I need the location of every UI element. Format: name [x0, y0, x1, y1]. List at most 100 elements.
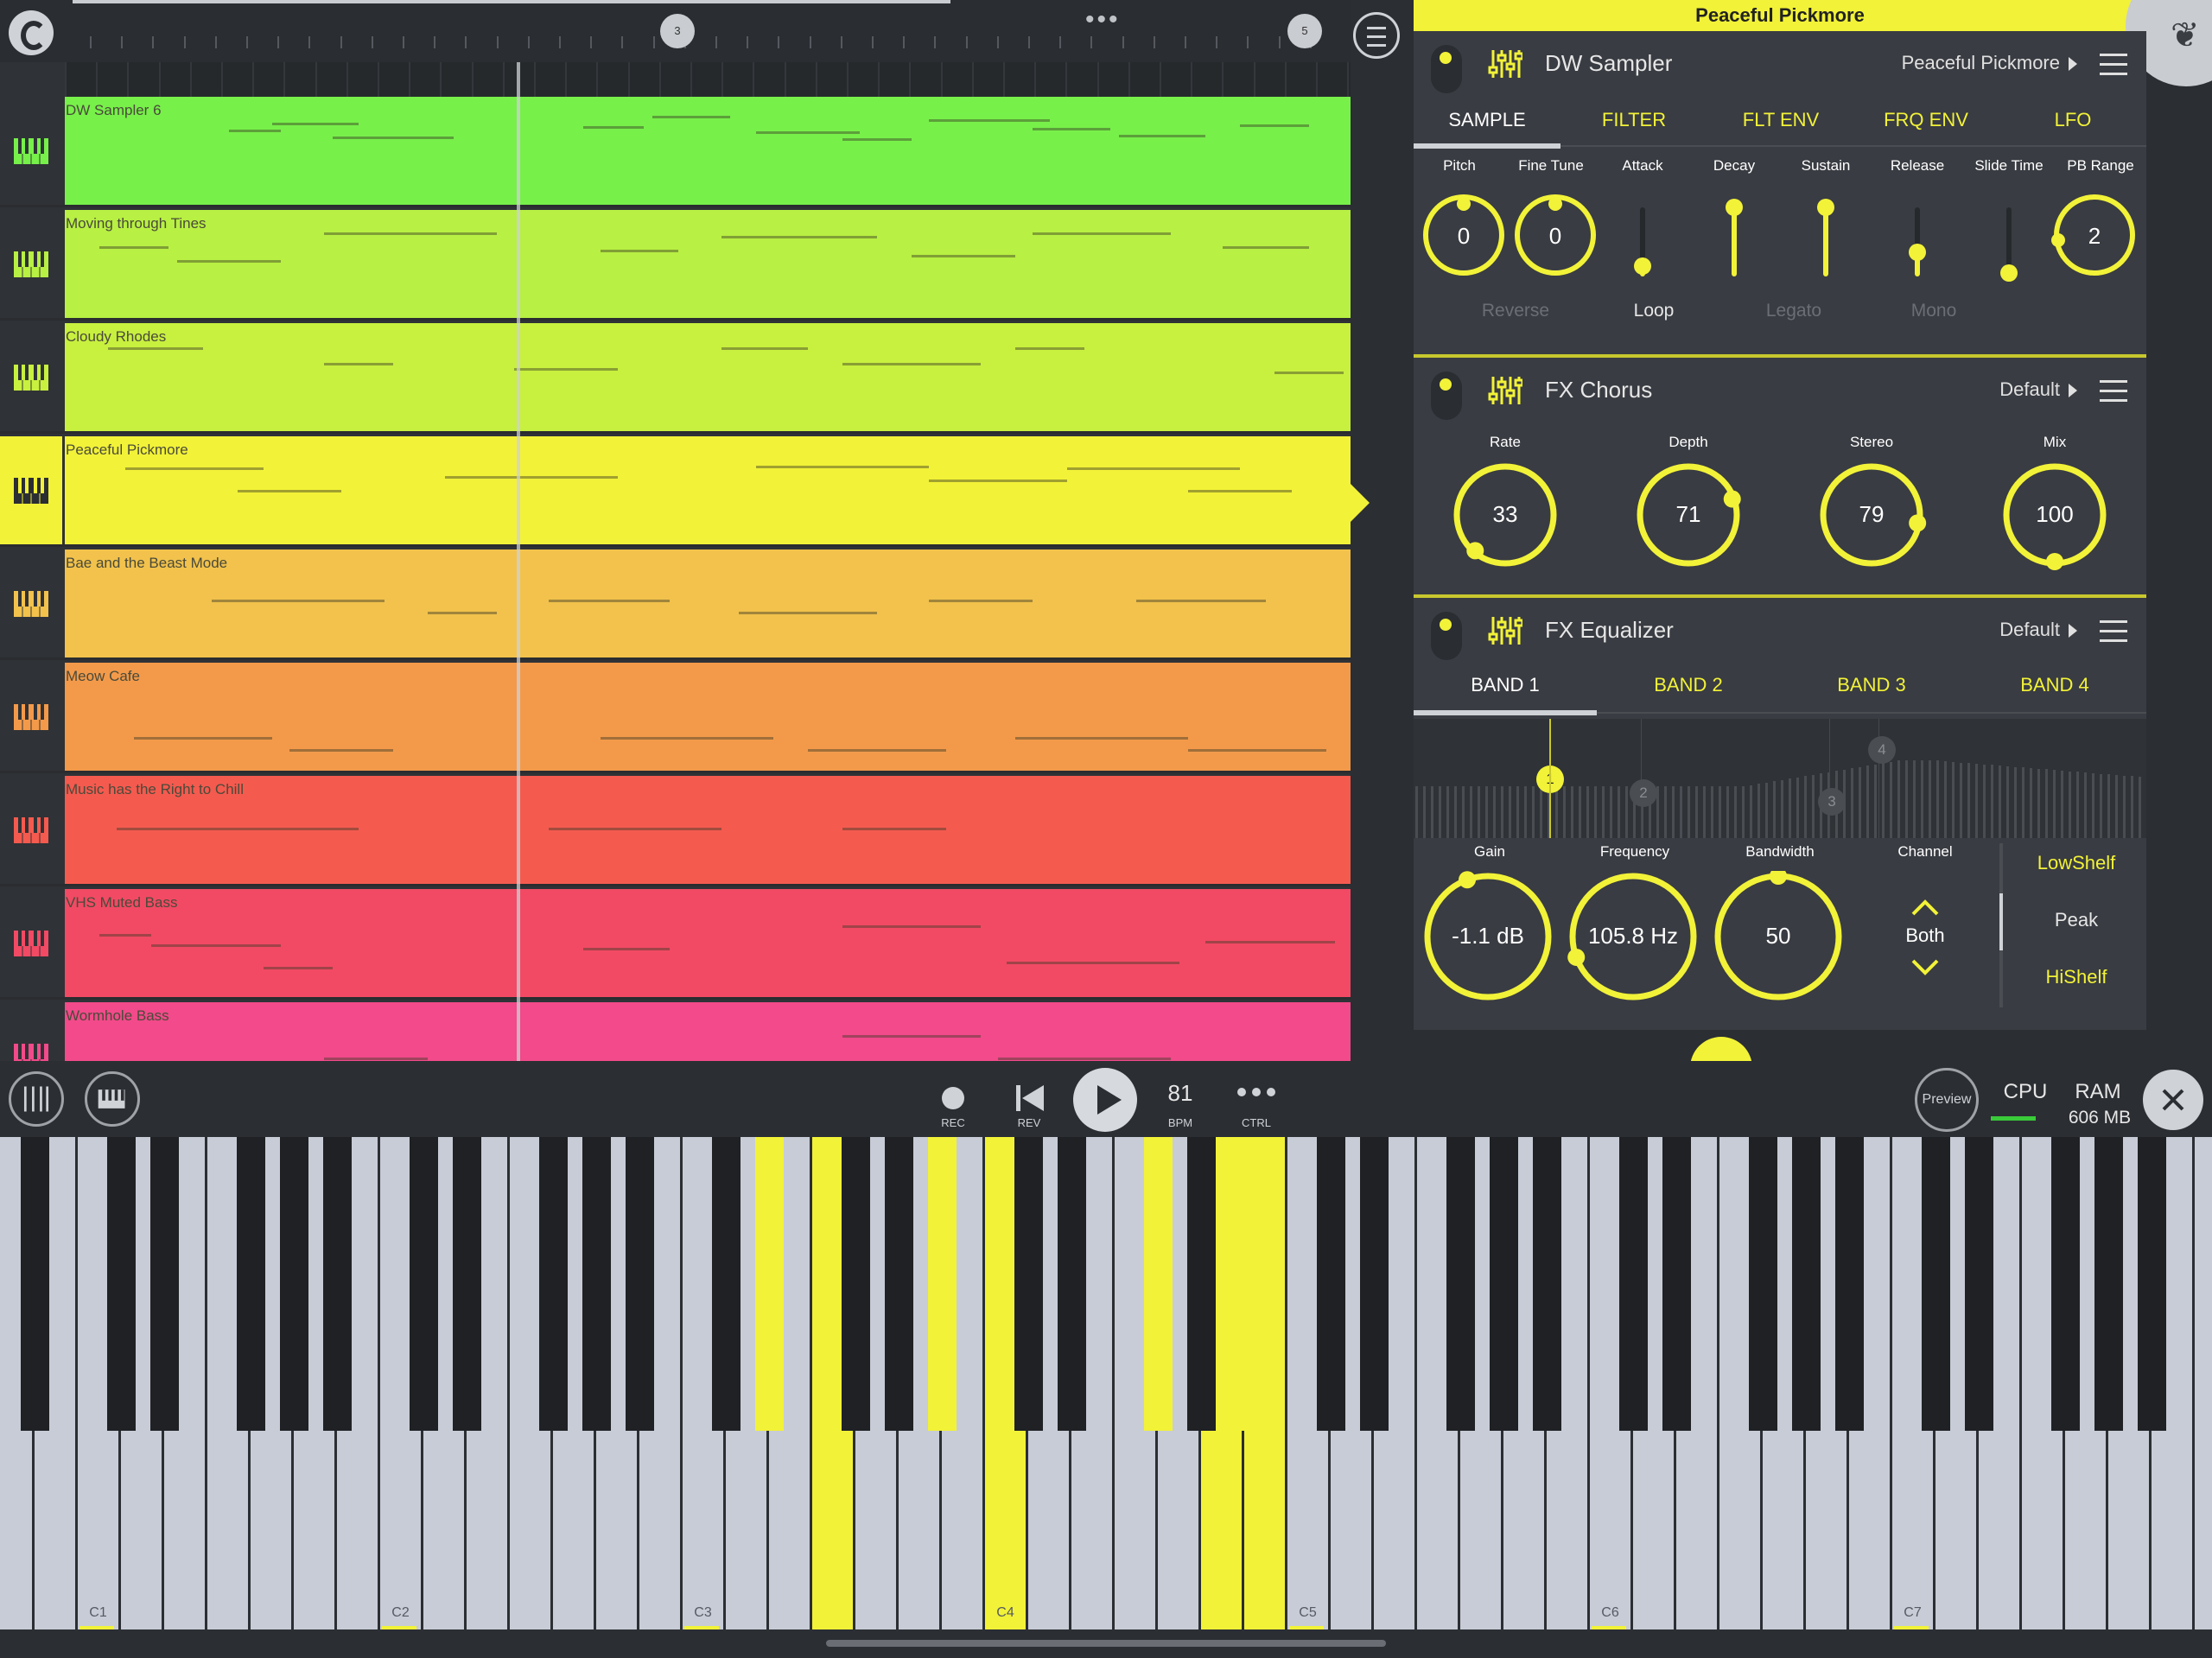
preview-button[interactable]: Preview — [1915, 1068, 1979, 1132]
black-key[interactable] — [1230, 1137, 1259, 1431]
tab-sample[interactable]: SAMPLE — [1414, 109, 1560, 131]
black-key[interactable] — [1058, 1137, 1086, 1431]
track-instrument-button[interactable] — [0, 210, 62, 319]
track-instrument-button[interactable] — [0, 776, 62, 885]
preset-next-icon[interactable] — [2069, 384, 2077, 397]
black-key[interactable] — [755, 1137, 784, 1431]
track-lane[interactable] — [65, 549, 1351, 658]
record-icon[interactable] — [942, 1087, 964, 1109]
track-instrument-button[interactable] — [0, 97, 62, 206]
track-row[interactable]: VHS Muted Bass — [0, 889, 1351, 1000]
black-key[interactable] — [1360, 1137, 1389, 1431]
piano-view-button[interactable] — [85, 1071, 140, 1127]
track-lane[interactable] — [65, 663, 1351, 772]
loop-toggle[interactable]: Loop — [1602, 301, 1706, 321]
bpm-value[interactable]: 81 — [1154, 1080, 1206, 1107]
track-row[interactable]: Moving through Tines — [0, 210, 1351, 321]
track-lane[interactable] — [65, 889, 1351, 998]
piano-keyboard[interactable]: C1 C2 C3 C4 C5 C6 C7 — [0, 1137, 2212, 1636]
eq-band-node-2[interactable]: 2 — [1630, 779, 1657, 807]
track-row[interactable]: Peaceful Pickmore — [0, 436, 1351, 547]
tab-filter[interactable]: FILTER — [1560, 109, 1707, 131]
black-key[interactable] — [539, 1137, 568, 1431]
decay-slider-handle[interactable] — [1726, 199, 1743, 216]
timeline-more-icon[interactable]: ••• — [1085, 5, 1121, 35]
track-instrument-button[interactable] — [0, 436, 62, 545]
black-key[interactable] — [885, 1137, 913, 1431]
black-key[interactable] — [2051, 1137, 2080, 1431]
eq-band-node-3[interactable]: 3 — [1818, 788, 1846, 816]
track-row[interactable]: Wormhole Bass — [0, 1002, 1351, 1061]
tab-flt-env[interactable]: FLT ENV — [1707, 109, 1854, 131]
black-key[interactable] — [453, 1137, 481, 1431]
black-key[interactable] — [842, 1137, 870, 1431]
slide-time-slider-handle[interactable] — [2000, 264, 2018, 282]
track-instrument-button[interactable] — [0, 549, 62, 658]
black-key[interactable] — [410, 1137, 438, 1431]
sampler-menu-icon[interactable] — [2100, 54, 2127, 76]
track-lane[interactable] — [65, 97, 1351, 206]
black-key[interactable] — [1965, 1137, 1993, 1431]
mixer-icon[interactable] — [1488, 613, 1522, 648]
playlist-area[interactable]: 3 5 ••• DW Sampler 6 Moving through Tines… — [0, 0, 1351, 1061]
black-key[interactable] — [2094, 1137, 2123, 1431]
black-key[interactable] — [626, 1137, 654, 1431]
app-logo-icon[interactable] — [9, 10, 54, 55]
ctrl-icon[interactable] — [1230, 1083, 1282, 1101]
black-key[interactable] — [928, 1137, 957, 1431]
equalizer-preset[interactable]: Default — [1999, 619, 2060, 641]
track-instrument-button[interactable] — [0, 323, 62, 432]
rewind-icon[interactable] — [1016, 1085, 1044, 1111]
mixer-icon[interactable] — [1488, 373, 1522, 408]
release-slider-handle[interactable] — [1909, 244, 1926, 261]
attack-slider-handle[interactable] — [1634, 257, 1651, 275]
black-key[interactable] — [323, 1137, 352, 1431]
black-key[interactable] — [237, 1137, 265, 1431]
black-key[interactable] — [1014, 1137, 1043, 1431]
white-key[interactable] — [2195, 1137, 2212, 1629]
tab-band-3[interactable]: BAND 3 — [1780, 674, 1963, 696]
bar-marker-5[interactable]: 5 — [1287, 14, 1322, 48]
eq-curve-display[interactable]: 1234 — [1414, 719, 2146, 838]
black-key[interactable] — [582, 1137, 611, 1431]
channel-down-icon[interactable] — [1908, 957, 1942, 978]
track-lane[interactable] — [65, 210, 1351, 319]
black-key[interactable] — [1144, 1137, 1173, 1431]
chorus-power-toggle[interactable] — [1431, 372, 1462, 420]
black-key[interactable] — [2138, 1137, 2166, 1431]
legato-toggle[interactable]: Legato — [1742, 301, 1846, 321]
equalizer-power-toggle[interactable] — [1431, 612, 1462, 660]
reverse-toggle[interactable]: Reverse — [1464, 301, 1567, 321]
sampler-power-toggle[interactable] — [1431, 45, 1462, 93]
track-instrument-button[interactable] — [0, 663, 62, 772]
black-key[interactable] — [1490, 1137, 1518, 1431]
main-menu-button[interactable] — [1353, 12, 1400, 59]
equalizer-menu-icon[interactable] — [2100, 620, 2127, 643]
eq-shape-lowshelf[interactable]: LowShelf — [2012, 852, 2141, 874]
track-lane[interactable] — [65, 1002, 1351, 1061]
black-key[interactable] — [21, 1137, 49, 1431]
track-instrument-button[interactable] — [0, 889, 62, 998]
tab-lfo[interactable]: LFO — [1999, 109, 2146, 131]
sampler-preset[interactable]: Peaceful Pickmore — [1902, 52, 2060, 74]
mono-toggle[interactable]: Mono — [1882, 301, 1986, 321]
black-key[interactable] — [1922, 1137, 1950, 1431]
black-key[interactable] — [1662, 1137, 1691, 1431]
chorus-preset[interactable]: Default — [1999, 378, 2060, 401]
track-lane[interactable] — [65, 776, 1351, 885]
black-key[interactable] — [1187, 1137, 1216, 1431]
black-key[interactable] — [1835, 1137, 1864, 1431]
chorus-menu-icon[interactable] — [2100, 380, 2127, 403]
timeline-ruler[interactable]: 3 5 ••• — [0, 0, 1351, 62]
black-key[interactable] — [1619, 1137, 1648, 1431]
tab-band-1[interactable]: BAND 1 — [1414, 674, 1597, 696]
eq-shape-peak[interactable]: Peak — [2012, 909, 2141, 931]
home-indicator[interactable] — [826, 1640, 1386, 1647]
track-lane[interactable] — [65, 323, 1351, 432]
mixer-view-button[interactable] — [9, 1071, 64, 1127]
tab-band-2[interactable]: BAND 2 — [1597, 674, 1780, 696]
black-key[interactable] — [712, 1137, 741, 1431]
track-row[interactable]: Cloudy Rhodes — [0, 323, 1351, 434]
track-row[interactable]: Music has the Right to Chill — [0, 776, 1351, 886]
black-key[interactable] — [1749, 1137, 1777, 1431]
